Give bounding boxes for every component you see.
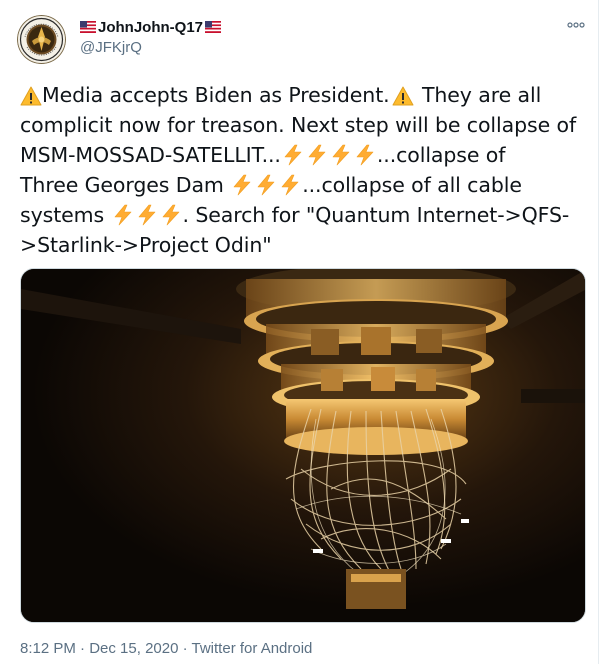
- lightning-bolt-icon: [356, 144, 374, 166]
- tweet-text-segment: They are all: [415, 83, 542, 107]
- lightning-bolt-icon: [332, 144, 350, 166]
- tweet-text-segment: systems: [20, 203, 111, 227]
- lightning-bolt-icon: [257, 174, 275, 196]
- lightning-bolt-icon: [162, 204, 179, 226]
- tweet-card: JohnJohn-Q17 @JFKjrQ Media accepts Biden…: [0, 0, 599, 664]
- more-options-icon: [567, 22, 585, 28]
- us-flag-icon: [205, 21, 222, 33]
- warning-icon: [20, 86, 42, 106]
- lightning-bolt-icons: [111, 203, 183, 227]
- lightning-bolt-icon: [114, 204, 131, 226]
- lightning-bolt-icons: [230, 173, 302, 197]
- tweet-text-segment: MSM-MOSSAD-SATELLIT...: [20, 143, 281, 167]
- tweet-line-6: >Starlink->Project Odin": [20, 233, 272, 257]
- tweet-text-segment: . Search for "Quantum Internet->QFS-: [182, 203, 570, 227]
- author-handle[interactable]: @JFKjrQ: [80, 39, 142, 56]
- tweet-time[interactable]: 8:12 PM: [20, 640, 76, 657]
- lightning-bolt-icon: [281, 174, 299, 196]
- tweet-text-segment: Media accepts Biden as President.: [42, 83, 390, 107]
- more-options-button[interactable]: [566, 20, 586, 30]
- lightning-bolt-icon: [308, 144, 326, 166]
- tweet-line-5: systems . Search for "Quantum Internet->…: [20, 200, 590, 230]
- tweet-line-4: Three Georges Dam ...collapse of all cab…: [20, 170, 590, 200]
- tweet-media-image[interactable]: [20, 268, 586, 623]
- avatar[interactable]: [17, 15, 66, 64]
- meta-separator: ·: [75, 640, 90, 657]
- tweet-date[interactable]: Dec 15, 2020: [89, 640, 178, 657]
- lightning-bolt-icon: [233, 174, 251, 196]
- tweet-text-segment: Three Georges Dam: [20, 173, 231, 197]
- lightning-bolt-icon: [284, 144, 302, 166]
- us-flag-icon: [80, 21, 96, 33]
- tweet-metadata: 8:12 PM · Dec 15, 2020 · Twitter for And…: [20, 640, 312, 657]
- tweet-text: Media accepts Biden as President. They a…: [20, 80, 590, 260]
- warning-icon: [392, 86, 414, 106]
- lightning-bolt-icons: [281, 143, 377, 167]
- tweet-line-2: complicit now for treason. Next step wil…: [20, 113, 577, 137]
- tweet-line-1: Media accepts Biden as President. They a…: [20, 80, 590, 110]
- quantum-computer-photo: [21, 269, 585, 622]
- author-name-row[interactable]: JohnJohn-Q17: [80, 17, 222, 37]
- lightning-bolt-icon: [138, 204, 155, 226]
- meta-separator: ·: [178, 640, 192, 657]
- tweet-source[interactable]: Twitter for Android: [192, 640, 313, 657]
- tweet-text-segment: ...collapse of: [376, 143, 506, 167]
- tweet-text-segment: ...collapse of all cable: [302, 173, 522, 197]
- seal-avatar-icon: [17, 15, 66, 64]
- author-display-name: JohnJohn-Q17: [98, 18, 204, 36]
- tweet-line-3: MSM-MOSSAD-SATELLIT... ...collapse of: [20, 140, 590, 170]
